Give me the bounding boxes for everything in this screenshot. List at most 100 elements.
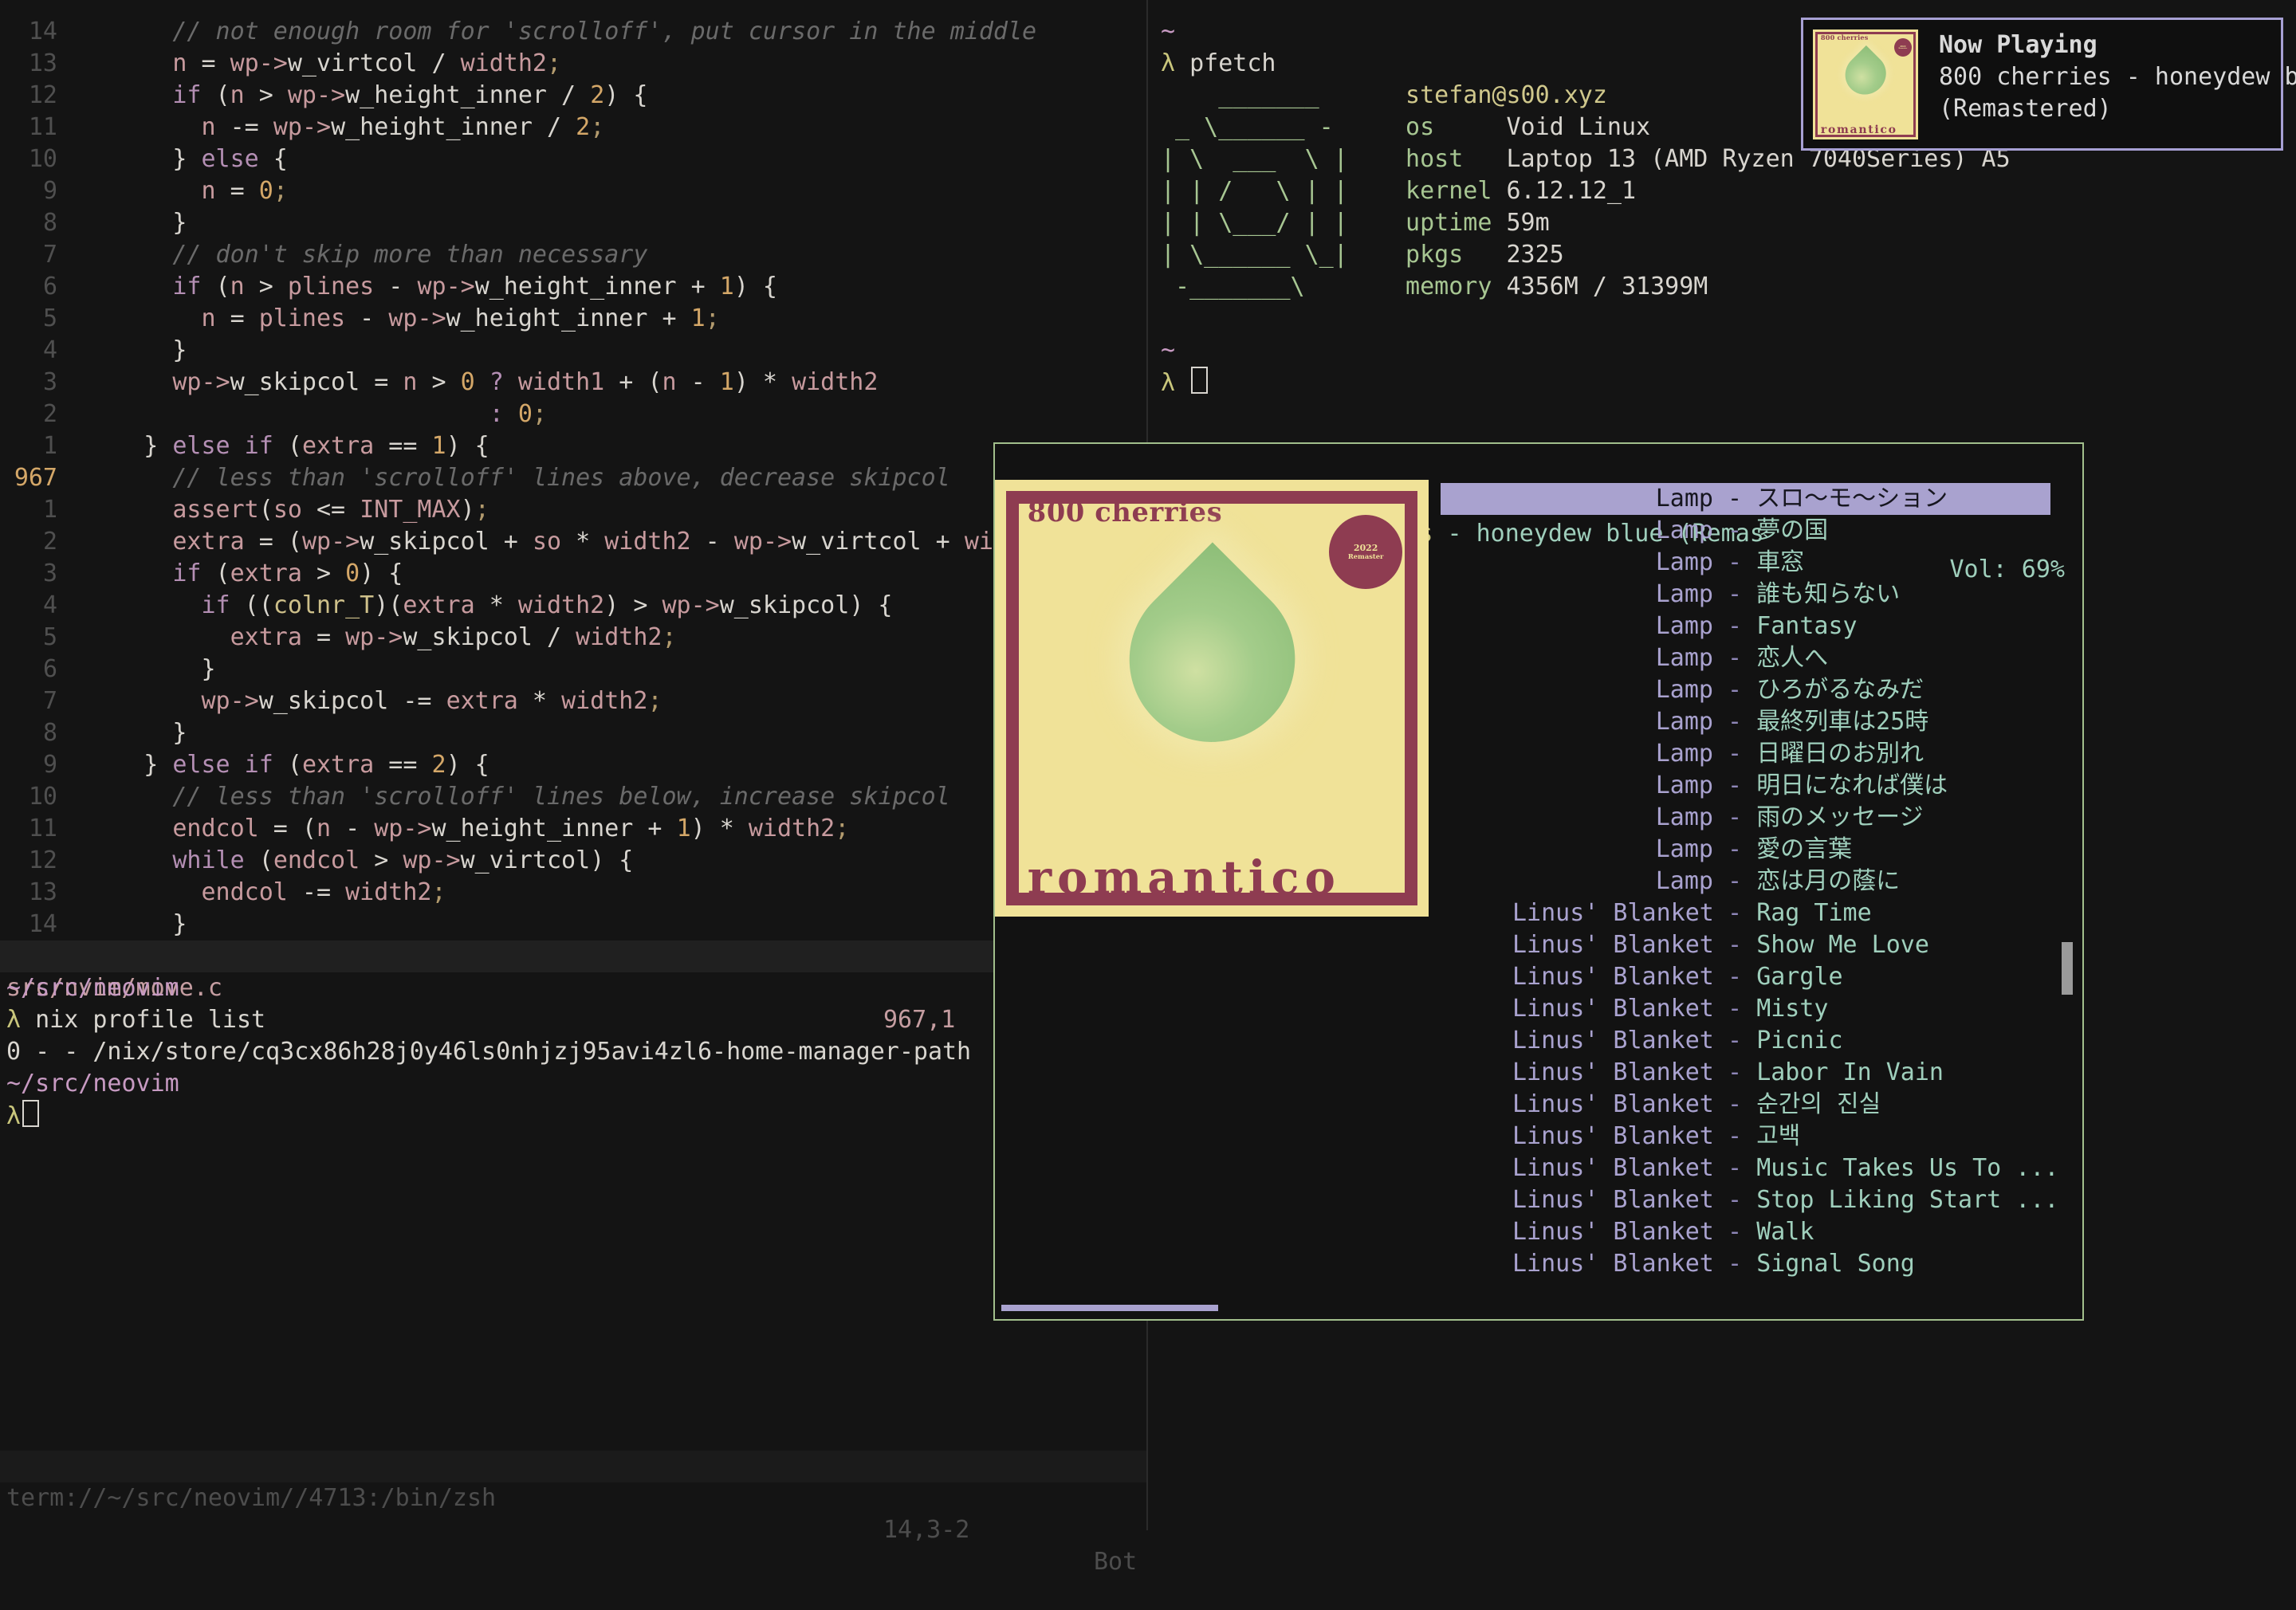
playlist-item[interactable]: Linus' Blanket - Picnic [1441,1025,2050,1057]
code-line[interactable]: 6 } [0,654,1146,685]
code-line[interactable]: 6 if (n > plines - wp->w_height_inner + … [0,271,1146,303]
playlist-item[interactable]: Lamp - 夢の国 [1441,515,2050,547]
playlist-item[interactable]: Linus' Blanket - Walk [1441,1216,2050,1248]
code-editor-area[interactable]: 14 // not enough room for 'scrolloff', p… [0,16,1146,940]
playlist-item[interactable]: Linus' Blanket - Labor In Vain [1441,1057,2050,1089]
playlist-song-title: 明日になれば僕は [1756,770,1948,802]
playlist-separator: - [1713,1057,1756,1089]
line-number: 4 [0,590,86,622]
code-line[interactable]: 3 wp->w_skipcol = n > 0 ? width1 + (n - … [0,367,1146,399]
line-number: 7 [0,239,86,271]
playlist-artist: Lamp [1512,579,1713,611]
playlist-item[interactable]: Linus' Blanket - Stop Liking Start ... [1441,1184,2050,1216]
playlist-item[interactable]: Lamp - 車窓 [1441,547,2050,579]
playlist-artist: Lamp [1512,674,1713,706]
code-line[interactable]: 14 // not enough room for 'scrolloff', p… [0,16,1146,48]
playlist-item[interactable]: Linus' Blanket - Gargle [1441,961,2050,993]
playlist-item[interactable]: Lamp - 雨のメッセージ [1441,802,2050,834]
playlist-separator: - [1713,866,1756,897]
playlist-separator: - [1713,547,1756,579]
playlist-song-title: 고백 [1756,1121,1800,1153]
playlist-item[interactable]: Lamp - ひろがるなみだ [1441,674,2050,706]
code-line[interactable]: 2 extra = (wp->w_skipcol + so * width2 -… [0,526,1146,558]
code-line[interactable]: 9 n = 0; [0,175,1146,207]
code-line[interactable]: 11 endcol = (n - wp->w_height_inner + 1)… [0,813,1146,845]
code-line[interactable]: 12 if (n > wp->w_height_inner / 2) { [0,80,1146,112]
playlist-item[interactable]: Linus' Blanket - Music Takes Us To ... [1441,1153,2050,1184]
line-number: 12 [0,845,86,877]
code-line[interactable]: 8 } [0,207,1146,239]
code-line[interactable]: 2 : 0; [0,399,1146,430]
code-line[interactable]: 11 n -= wp->w_height_inner / 2; [0,112,1146,143]
code-line-cursor[interactable]: 967 // less than 'scrolloff' lines above… [0,462,1146,494]
code-text: // not enough room for 'scrolloff', put … [86,18,1036,45]
playlist-item[interactable]: Lamp - Fantasy [1441,611,2050,642]
code-line[interactable]: 7 // don't skip more than necessary [0,239,1146,271]
playlist-separator: - [1713,706,1756,738]
playlist-separator: - [1713,770,1756,802]
playlist-song-title: Walk [1756,1216,1814,1248]
playlist[interactable]: Lamp - スロ〜モ〜ションLamp - 夢の国Lamp - 車窓Lamp -… [1441,483,2050,1280]
code-text: endcol = (n - wp->w_height_inner + 1) * … [86,815,849,842]
playlist-item-selected[interactable]: Lamp - スロ〜モ〜ション [1441,483,2050,515]
playlist-separator: - [1713,1216,1756,1248]
code-line[interactable]: 1 } else if (extra == 1) { [0,430,1146,462]
now-playing-notification[interactable]: 800 cherries 2022 Remaster romantico Now… [1801,18,2283,151]
playlist-artist: Linus' Blanket [1512,1184,1713,1216]
code-line[interactable]: 10 } else { [0,143,1146,175]
code-line[interactable]: 5 extra = wp->w_skipcol / width2; [0,622,1146,654]
nvim-left-pane[interactable]: 14 // not enough room for 'scrolloff', p… [0,0,1146,1530]
playlist-item[interactable]: Linus' Blanket - Signal Song [1441,1248,2050,1280]
code-line[interactable]: 9 } else if (extra == 2) { [0,749,1146,781]
playlist-scrollbar[interactable] [2062,942,2073,995]
playlist-item[interactable]: Linus' Blanket - Rag Time [1441,897,2050,929]
playlist-item[interactable]: Lamp - 明日になれば僕は [1441,770,2050,802]
statusline-term-ruler: 14,3-2 [883,1514,969,1546]
playlist-song-title: 恋人へ [1756,642,1828,674]
playlist-separator: - [1713,579,1756,611]
code-text: while (endcol > wp->w_virtcol) { [86,846,633,874]
code-line[interactable]: 3 if (extra > 0) { [0,558,1146,590]
playlist-item[interactable]: Lamp - 愛の言葉 [1441,834,2050,866]
line-number: 11 [0,112,86,143]
code-line[interactable]: 8 } [0,717,1146,749]
code-text: } [86,719,187,747]
music-player-window[interactable]: [Playing] herries - honeydew blue (Remas… [993,442,2084,1321]
playlist-separator: - [1713,802,1756,834]
code-line[interactable]: 14 } [0,909,1146,940]
playlist-item[interactable]: Linus' Blanket - Misty [1441,993,2050,1025]
terminal-line [1161,303,2011,335]
playlist-separator: - [1713,1184,1756,1216]
playlist-item[interactable]: Lamp - 日曜日のお別れ [1441,738,2050,770]
code-line[interactable]: 13 n = wp->w_virtcol / width2; [0,48,1146,80]
playlist-artist: Linus' Blanket [1512,1121,1713,1153]
line-number: 13 [0,48,86,80]
line-number: 10 [0,781,86,813]
code-line[interactable]: 7 wp->w_skipcol -= extra * width2; [0,685,1146,717]
code-line[interactable]: 1 assert(so <= INT_MAX); [0,494,1146,526]
code-text: if (extra > 0) { [86,560,403,587]
playlist-item[interactable]: Lamp - 恋人へ [1441,642,2050,674]
notification-song: 800 cherries - honeydew blue [1939,61,2296,93]
code-line[interactable]: 5 n = plines - wp->w_height_inner + 1; [0,303,1146,335]
player-progress-bar[interactable] [1001,1305,1218,1311]
code-line[interactable]: 4 } [0,335,1146,367]
playlist-song-title: スロ〜モ〜ション [1756,483,1948,515]
playlist-item[interactable]: Lamp - 恋は月の蔭に [1441,866,2050,897]
code-line[interactable]: 4 if ((colnr_T)(extra * width2) > wp->w_… [0,590,1146,622]
playlist-item[interactable]: Linus' Blanket - 고백 [1441,1121,2050,1153]
playlist-artist: Lamp [1512,611,1713,642]
notification-text: Now Playing800 cherries - honeydew blue(… [1939,29,2296,125]
playlist-item[interactable]: Lamp - 最終列車は25時 [1441,706,2050,738]
playlist-separator: - [1713,1089,1756,1121]
code-line[interactable]: 10 // less than 'scrolloff' lines below,… [0,781,1146,813]
playlist-song-title: 恋は月の蔭に [1756,866,1900,897]
playlist-artist: Lamp [1512,547,1713,579]
left-terminal-buffer[interactable]: ~/src/neovimλ nix profile list0 - - /nix… [6,972,971,1132]
code-line[interactable]: 12 while (endcol > wp->w_virtcol) { [0,845,1146,877]
playlist-item[interactable]: Lamp - 誰も知らない [1441,579,2050,611]
playlist-item[interactable]: Linus' Blanket - Show Me Love [1441,929,2050,961]
playlist-item[interactable]: Linus' Blanket - 순간의 진실 [1441,1089,2050,1121]
code-line[interactable]: 13 endcol -= width2; [0,877,1146,909]
playlist-separator: - [1713,515,1756,547]
